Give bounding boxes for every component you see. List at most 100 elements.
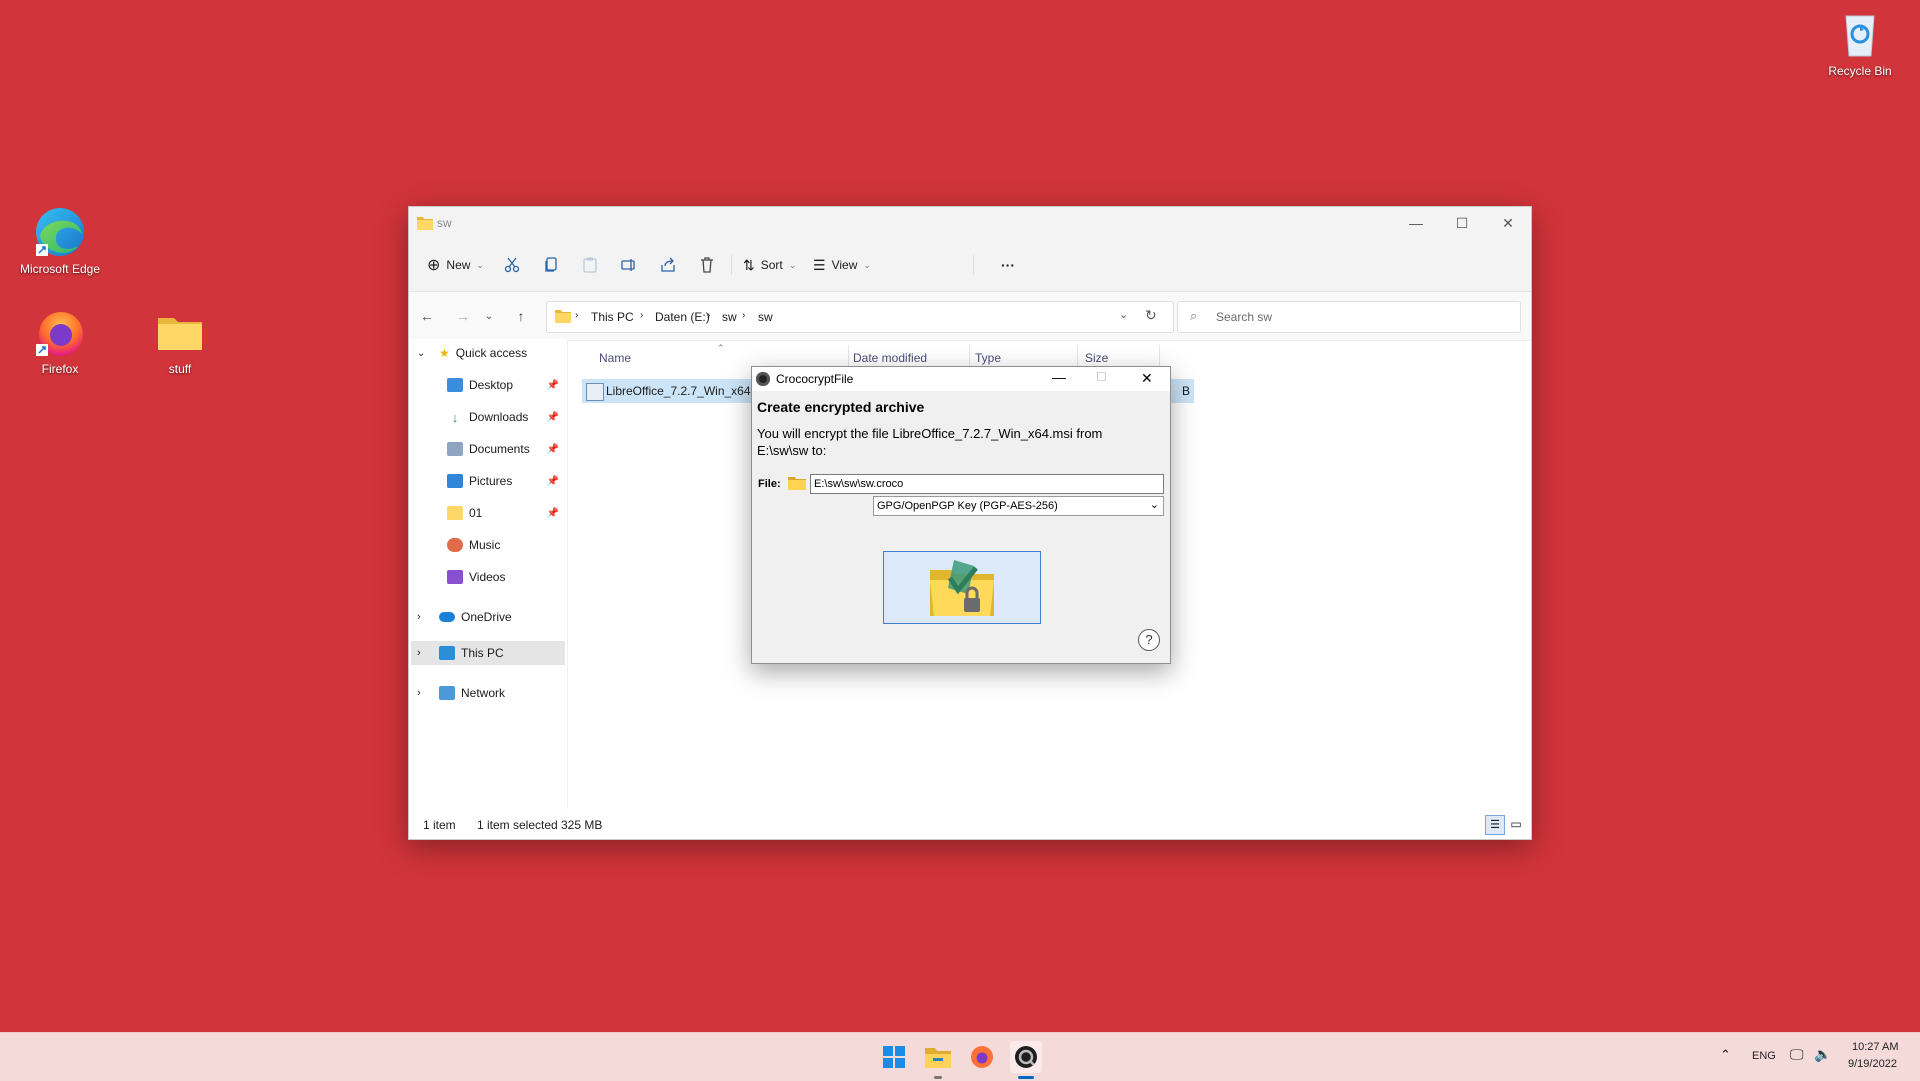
desktop-icon-label: Microsoft Edge [19, 262, 101, 276]
encryption-method-select[interactable]: GPG/OpenPGP Key (PGP-AES-256) ⌄ [873, 496, 1164, 516]
new-button[interactable]: ⊕ New ⌄ [427, 239, 484, 291]
refresh-icon[interactable]: ↻ [1145, 307, 1157, 324]
breadcrumb-sw-current[interactable]: sw [758, 310, 773, 324]
folder-icon [447, 506, 463, 520]
chevron-down-icon[interactable]: ⌄ [1119, 308, 1128, 321]
chevron-right-icon: › [417, 611, 421, 623]
taskbar-crococrypt[interactable] [1010, 1041, 1042, 1073]
desktop-icon-edge[interactable]: Microsoft Edge [15, 206, 105, 276]
sort-label: Sort [760, 258, 783, 272]
desktop-icon-firefox[interactable]: Firefox [15, 306, 105, 376]
dialog-titlebar[interactable]: CrococryptFile — ☐ ✕ [752, 367, 1170, 391]
address-bar[interactable]: › This PC › Daten (E:) › sw › sw ⌄ ↻ [546, 301, 1174, 333]
desktop-icon-label: Firefox [41, 362, 79, 376]
breadcrumb-this-pc[interactable]: This PC [591, 310, 634, 324]
share-button[interactable] [659, 239, 677, 291]
chevron-down-icon: ⌄ [863, 259, 871, 270]
column-header-type[interactable]: Type [975, 351, 1001, 365]
sidebar-item-downloads[interactable]: ↓ Downloads 📌 [409, 405, 567, 429]
minimize-button[interactable]: — [1393, 207, 1439, 239]
crococrypt-dialog: CrococryptFile — ☐ ✕ Create encrypted ar… [751, 366, 1171, 664]
clock-time[interactable]: 10:27 AM [1852, 1041, 1898, 1053]
recent-locations-button[interactable]: ⌄ [479, 306, 499, 326]
running-indicator [934, 1076, 942, 1079]
pin-icon: 📌 [546, 443, 559, 455]
music-icon [447, 538, 463, 552]
close-button[interactable]: ✕ [1485, 207, 1531, 239]
view-button[interactable]: ☰ View ⌄ [813, 239, 871, 291]
forward-button[interactable]: → [453, 306, 473, 326]
sidebar-item-label: Desktop [469, 378, 514, 392]
maximize-button[interactable]: ☐ [1096, 370, 1107, 384]
delete-button[interactable] [698, 239, 716, 291]
sidebar-item-onedrive[interactable]: › OneDrive [409, 605, 567, 629]
taskbar-file-explorer[interactable] [922, 1041, 954, 1073]
chevron-right-icon: › [417, 687, 421, 699]
sort-button[interactable]: ⇅ Sort ⌄ [743, 239, 796, 291]
dialog-description: You will encrypt the file LibreOffice_7.… [757, 426, 1103, 458]
network-icon[interactable]: 🖵 [1790, 1046, 1804, 1063]
chevron-up-icon[interactable]: ⌃ [1720, 1047, 1731, 1063]
sidebar-item-01[interactable]: 01 📌 [409, 501, 567, 525]
breadcrumb-sw[interactable]: sw [722, 310, 737, 324]
sidebar-item-label: Downloads [469, 410, 529, 424]
pin-icon: 📌 [546, 411, 559, 423]
sidebar-item-music[interactable]: Music [409, 533, 567, 557]
rename-button[interactable] [620, 239, 638, 291]
folder-icon [154, 306, 206, 358]
minimize-button[interactable]: — [1052, 369, 1066, 385]
trash-icon [701, 257, 713, 273]
search-input[interactable]: ⌕ Search sw [1177, 301, 1521, 333]
taskbar-firefox[interactable] [966, 1041, 998, 1073]
details-view-button[interactable]: ☰ [1485, 815, 1505, 835]
volume-icon[interactable]: 🔈 [1814, 1046, 1831, 1063]
sidebar-item-videos[interactable]: Videos [409, 565, 567, 589]
close-button[interactable]: ✕ [1141, 370, 1153, 387]
copy-icon [545, 257, 557, 272]
start-button[interactable] [878, 1041, 910, 1073]
breadcrumb-daten[interactable]: Daten (E:) [655, 310, 710, 324]
encrypt-button[interactable] [883, 551, 1041, 624]
column-divider [848, 345, 849, 367]
tiles-view-button[interactable]: ▭ [1507, 815, 1525, 833]
up-button[interactable]: ↑ [511, 306, 531, 326]
pin-icon: 📌 [546, 475, 559, 487]
active-indicator [1018, 1076, 1034, 1079]
search-icon: ⌕ [1190, 308, 1198, 323]
dialog-title: CrococryptFile [776, 372, 854, 386]
column-header-date[interactable]: Date modified [853, 351, 927, 365]
output-file-field[interactable]: E:\sw\sw\sw.croco [810, 474, 1164, 494]
sort-icon: ⇅ [743, 256, 755, 273]
windows-logo-icon [883, 1046, 905, 1068]
cut-button[interactable] [503, 239, 521, 291]
sidebar-item-this-pc[interactable]: › This PC [411, 641, 565, 665]
clock-date[interactable]: 9/19/2022 [1848, 1058, 1897, 1070]
language-indicator[interactable]: ENG [1752, 1050, 1776, 1062]
sidebar-item-desktop[interactable]: Desktop 📌 [409, 373, 567, 397]
desktop-icon-recycle-bin[interactable]: Recycle Bin [1815, 8, 1905, 78]
column-header-name[interactable]: Name [599, 351, 631, 365]
pin-icon: 📌 [546, 379, 559, 391]
crococrypt-app-icon [1015, 1046, 1037, 1068]
breadcrumb-separator: › [707, 310, 711, 321]
sidebar-item-network[interactable]: › Network [409, 681, 567, 705]
back-button[interactable]: ← [417, 306, 437, 326]
dialog-heading: Create encrypted archive [757, 399, 925, 415]
share-icon [661, 257, 675, 272]
more-label: ··· [1001, 257, 1015, 273]
column-header-size[interactable]: Size [1085, 351, 1108, 365]
paste-button[interactable] [581, 239, 599, 291]
explorer-titlebar[interactable]: sw — ☐ ✕ [409, 207, 1531, 239]
maximize-button[interactable]: ☐ [1439, 207, 1485, 239]
more-options-button[interactable]: ··· [1001, 239, 1015, 291]
file-name: LibreOffice_7.2.7_Win_x64 [606, 384, 751, 398]
sidebar-item-pictures[interactable]: Pictures 📌 [409, 469, 567, 493]
sidebar-item-documents[interactable]: Documents 📌 [409, 437, 567, 461]
copy-button[interactable] [542, 239, 560, 291]
browse-folder-icon[interactable] [788, 476, 806, 495]
selection-size: 325 MB [561, 818, 603, 832]
help-button[interactable]: ? [1138, 629, 1160, 651]
sidebar-item-quick-access[interactable]: ⌄ ★ Quick access [409, 341, 567, 365]
sidebar-item-label: Documents [469, 442, 530, 456]
desktop-icon-stuff[interactable]: stuff [135, 306, 225, 376]
